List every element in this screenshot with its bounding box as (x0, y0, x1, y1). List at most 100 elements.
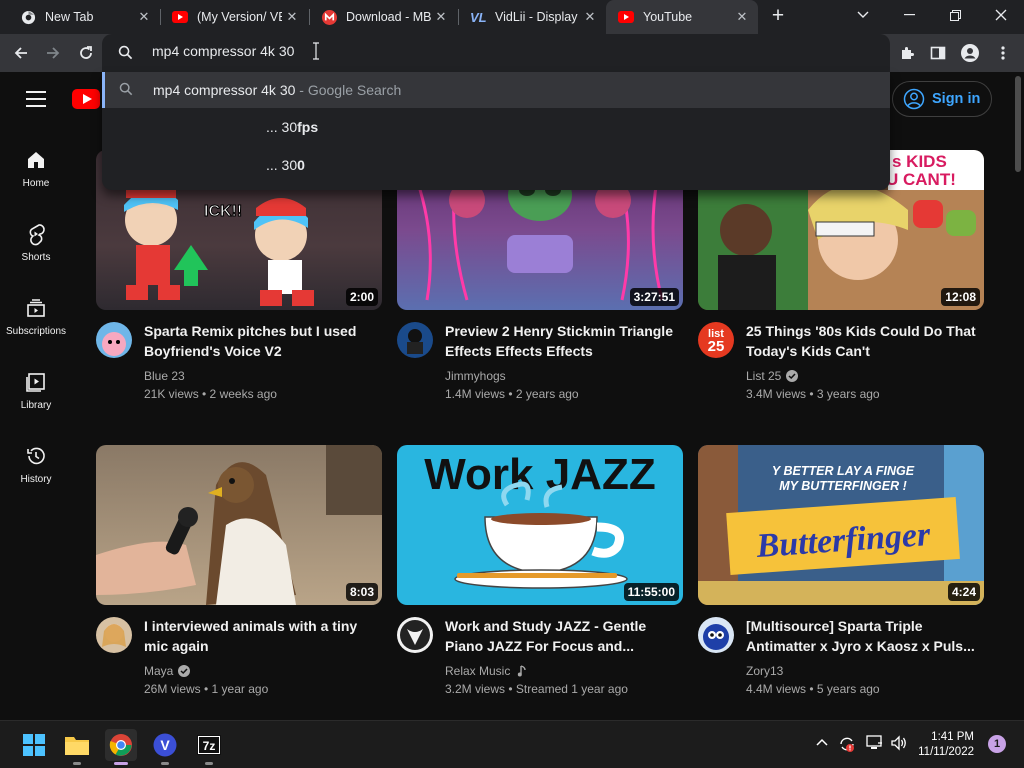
tab-title: YouTube (643, 10, 693, 24)
channel-name-text: Blue 23 (144, 369, 185, 383)
reload-button[interactable] (73, 40, 99, 66)
video-card[interactable]: Butterfinger Y BETTER LAY A FINGE MY BUT… (698, 445, 984, 705)
channel-avatar[interactable] (96, 322, 132, 358)
address-bar[interactable]: mp4 compressor 4k 30 (102, 34, 890, 72)
new-tab-button[interactable]: + (766, 5, 790, 29)
taskbar-clock[interactable]: 1:41 PM 11/11/2022 (910, 730, 974, 760)
channel-name[interactable]: Zory13 (746, 664, 783, 678)
text-cursor-icon (312, 42, 320, 60)
sidebar-item-library[interactable]: Library (0, 370, 72, 430)
video-meta: 4.4M views • 5 years ago (746, 682, 880, 696)
suggestion-completion: fps (297, 119, 319, 135)
sidebar-item-subscriptions[interactable]: Subscriptions (0, 296, 72, 356)
thumbnail-text: s KIDS (892, 152, 947, 171)
sidebar-item-shorts[interactable]: Shorts (0, 222, 72, 282)
network-icon[interactable] (866, 735, 884, 753)
channel-name-text: List 25 (746, 369, 782, 383)
tab-search-icon[interactable] (840, 0, 886, 30)
video-meta: 3.2M views • Streamed 1 year ago (445, 682, 628, 696)
channel-name[interactable]: Jimmyhogs (445, 369, 506, 383)
channel-name[interactable]: Blue 23 (144, 369, 185, 383)
tab-title: VidLii - Display (495, 10, 578, 24)
close-tab-icon[interactable]: ✕ (431, 9, 451, 25)
video-title[interactable]: [Multisource] Sparta Triple Antimatter x… (746, 616, 976, 656)
suggestion-item[interactable]: mp4 compressor 4k 30 - Google Search (102, 72, 890, 108)
youtube-icon (618, 9, 634, 25)
chrome-taskbar-button[interactable] (105, 729, 137, 761)
extensions-icon[interactable] (894, 40, 920, 66)
7zip-taskbar-button[interactable]: 7z (193, 729, 225, 761)
music-note-icon (517, 665, 529, 677)
address-input[interactable]: mp4 compressor 4k 30 (152, 43, 294, 59)
video-duration: 11:55:00 (623, 583, 679, 601)
close-tab-icon[interactable]: ✕ (732, 9, 752, 25)
close-tab-icon[interactable]: ✕ (134, 9, 154, 25)
7zip-icon: 7z (197, 735, 221, 755)
thumbnail-text: MY BUTTERFINGER ! (779, 479, 907, 493)
channel-avatar[interactable] (698, 617, 734, 653)
show-hidden-icons-chevron-icon[interactable] (815, 735, 833, 753)
tab-title: (My Version/ VEGGIETALES (197, 10, 282, 24)
app-active-indicator (114, 762, 128, 765)
close-tab-icon[interactable]: ✕ (580, 9, 600, 25)
clock-date: 11/11/2022 (918, 746, 974, 758)
youtube-icon (172, 9, 188, 25)
sync-alert-icon[interactable] (838, 735, 856, 753)
tab-download-mb[interactable]: Download - MB ✕ (309, 0, 457, 34)
restore-button[interactable] (932, 0, 978, 30)
suggestion-source: - Google Search (295, 82, 402, 98)
close-window-button[interactable] (978, 0, 1024, 30)
verified-badge-icon (786, 370, 799, 382)
tab-youtube[interactable]: YouTube ✕ (606, 0, 758, 34)
channel-avatar[interactable] (96, 617, 132, 653)
thumbnail-art: Work JAZZ (424, 450, 656, 589)
channel-name[interactable]: Relax Music (445, 664, 529, 678)
vegas-taskbar-button[interactable]: V (149, 729, 181, 761)
suggestion-item[interactable]: ... 30fps (102, 109, 890, 145)
forward-button[interactable] (40, 40, 66, 66)
file-explorer-button[interactable] (61, 729, 93, 761)
scrollbar-thumb[interactable] (1015, 76, 1021, 172)
suggestion-text: mp4 compressor 4k 30 (153, 82, 296, 98)
side-panel-icon[interactable] (925, 40, 951, 66)
video-title[interactable]: Work and Study JAZZ - Gentle Piano JAZZ … (445, 616, 675, 656)
video-thumbnail[interactable]: Butterfinger Y BETTER LAY A FINGE MY BUT… (698, 445, 984, 605)
video-title[interactable]: Preview 2 Henry Stickmin Triangle Effect… (445, 321, 675, 361)
volume-icon[interactable] (890, 735, 908, 753)
channel-name[interactable]: Maya (144, 664, 191, 678)
video-title[interactable]: I interviewed animals with a tiny mic ag… (144, 616, 374, 656)
sidebar-item-history[interactable]: History (0, 444, 72, 504)
video-card[interactable]: 8:03 I interviewed animals with a tiny m… (96, 445, 382, 705)
tab-new-tab[interactable]: New Tab ✕ (8, 0, 160, 34)
video-title[interactable]: 25 Things '80s Kids Could Do That Today'… (746, 321, 976, 361)
page-scrollbar[interactable] (1012, 72, 1024, 718)
minimize-button[interactable] (886, 0, 932, 30)
shorts-icon (24, 222, 48, 246)
channel-name[interactable]: List 25 (746, 369, 799, 383)
menu-icon[interactable] (26, 91, 46, 107)
clock-time: 1:41 PM (931, 731, 974, 743)
notification-badge[interactable]: 1 (988, 735, 1006, 753)
channel-avatar[interactable] (397, 617, 433, 653)
youtube-logo[interactable] (72, 89, 100, 109)
back-button[interactable] (8, 40, 34, 66)
sidebar-item-home[interactable]: Home (0, 148, 72, 208)
close-tab-icon[interactable]: ✕ (282, 9, 302, 25)
chrome-menu-icon[interactable] (990, 40, 1016, 66)
channel-avatar[interactable]: list 25 (698, 322, 734, 358)
suggestion-item[interactable]: ... 300 (102, 147, 890, 183)
channel-avatar[interactable] (397, 322, 433, 358)
sidebar-item-label: History (20, 474, 52, 485)
video-card[interactable]: Work JAZZ 11:55:00 Work and Study JAZZ -… (397, 445, 683, 705)
app-running-indicator (161, 762, 169, 765)
video-thumbnail[interactable]: 8:03 (96, 445, 382, 605)
video-thumbnail[interactable]: Work JAZZ 11:55:00 (397, 445, 683, 605)
profile-avatar-icon[interactable] (957, 40, 983, 66)
sign-in-button[interactable]: Sign in (892, 81, 992, 117)
video-title[interactable]: Sparta Remix pitches but I used Boyfrien… (144, 321, 374, 361)
channel-name-text: Maya (144, 664, 174, 678)
library-icon (24, 370, 48, 394)
tab-veggietales[interactable]: (My Version/ VEGGIETALES ✕ (160, 0, 308, 34)
tab-vidlii[interactable]: VL VidLii - Display ✕ (458, 0, 606, 34)
start-button[interactable] (18, 729, 50, 761)
